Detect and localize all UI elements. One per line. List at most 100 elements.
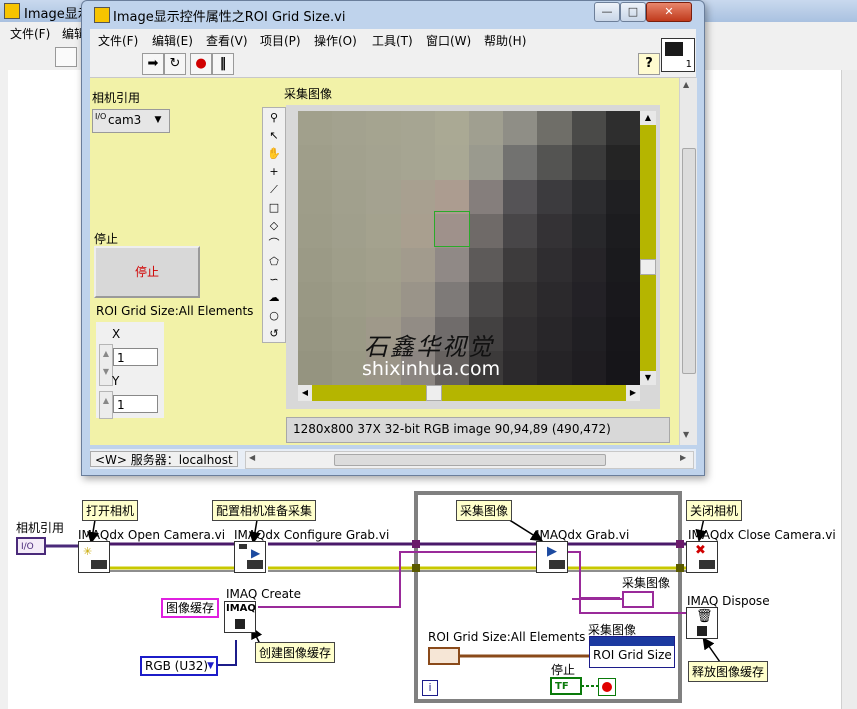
error-icon bbox=[235, 619, 245, 629]
image-pixel bbox=[571, 179, 607, 215]
image-pixel bbox=[434, 145, 470, 181]
vertical-scroll-thumb[interactable] bbox=[640, 259, 656, 275]
freehand-region-tool-icon[interactable]: ☁ bbox=[265, 290, 283, 306]
camera-selector[interactable]: I/O cam3 ▼ bbox=[92, 109, 170, 133]
image-tools-palette: ⚲ ↖ ✋ + ⟋ □ ◇ ⌒ ⬠ ∽ ☁ ○ ↺ bbox=[262, 107, 286, 343]
menu-view[interactable]: 查看(V) bbox=[206, 32, 248, 49]
image-pixel bbox=[571, 111, 607, 146]
pan-tool-icon[interactable]: ✋ bbox=[265, 146, 283, 162]
roi-x-label: X bbox=[112, 327, 121, 341]
scroll-right-icon[interactable]: ▶ bbox=[626, 385, 640, 401]
grab-vi[interactable]: ▶ bbox=[536, 541, 568, 573]
vi-connector-pane[interactable]: 1 bbox=[661, 38, 695, 72]
bd-camera-label: 相机引用 bbox=[16, 521, 65, 535]
image-type-constant[interactable]: RGB (U32) ▼ bbox=[140, 656, 218, 676]
image-pixel bbox=[605, 248, 640, 283]
oval-tool-icon[interactable]: ○ bbox=[265, 308, 283, 324]
play-icon: ▶ bbox=[547, 544, 557, 559]
configure-grab-vi[interactable]: ▶ bbox=[234, 541, 266, 573]
connector-badge: 1 bbox=[685, 59, 692, 70]
scroll-left-icon[interactable]: ◀ bbox=[249, 453, 255, 462]
menu-edit[interactable]: 编辑(E) bbox=[152, 32, 193, 49]
stop-button[interactable]: 停止 bbox=[94, 246, 200, 298]
point-tool-icon[interactable]: + bbox=[265, 164, 283, 180]
bd-camera-terminal[interactable]: I/O bbox=[16, 537, 46, 555]
image-pixel bbox=[571, 248, 607, 283]
menu-window[interactable]: 窗口(W) bbox=[426, 32, 471, 49]
front-panel-hscroll-thumb[interactable] bbox=[334, 454, 606, 466]
abort-button[interactable]: ● bbox=[190, 53, 212, 75]
front-panel-horizontal-scrollbar[interactable]: ◀ ▶ bbox=[245, 451, 694, 469]
roi-cluster-terminal[interactable] bbox=[428, 647, 460, 665]
camera-icon bbox=[247, 560, 263, 569]
stop-terminal[interactable]: TF bbox=[550, 677, 582, 695]
freehand-line-tool-icon[interactable]: ∽ bbox=[265, 272, 283, 288]
roi-grid-rectangle[interactable] bbox=[434, 211, 470, 247]
scroll-down-icon[interactable]: ▼ bbox=[683, 430, 689, 439]
imaq-dispose-vi[interactable]: 🗑 bbox=[686, 607, 718, 639]
spiral-tool-icon[interactable]: ↺ bbox=[265, 326, 283, 342]
image-horizontal-scrollbar[interactable]: ◀ ▶ bbox=[298, 385, 640, 401]
front-panel-vertical-scrollbar[interactable]: ▲ ▼ bbox=[679, 78, 697, 445]
watermark-chinese: 石鑫华视觉 bbox=[364, 333, 494, 361]
image-pixel bbox=[537, 248, 573, 283]
rotated-rect-tool-icon[interactable]: ◇ bbox=[265, 218, 283, 234]
image-vertical-scrollbar[interactable]: ▲ ▼ bbox=[640, 111, 656, 385]
scroll-left-icon[interactable]: ◀ bbox=[298, 385, 312, 401]
roi-x-spinner[interactable]: ▲ ▼ bbox=[99, 344, 113, 386]
image-pixel bbox=[469, 145, 504, 181]
property-node-header bbox=[590, 637, 674, 646]
zoom-tool-icon[interactable]: ⚲ bbox=[265, 110, 283, 126]
context-help-button[interactable]: ? bbox=[638, 53, 660, 75]
image-pixel bbox=[332, 179, 368, 215]
roi-y-spinner[interactable]: ▲ bbox=[99, 391, 113, 419]
maximize-button[interactable]: □ bbox=[620, 2, 646, 22]
property-node[interactable]: ROI Grid Size bbox=[589, 636, 675, 668]
scroll-down-icon[interactable]: ▼ bbox=[640, 371, 656, 385]
bd-stop-label: 停止 bbox=[551, 663, 576, 677]
scroll-right-icon[interactable]: ▶ bbox=[680, 453, 686, 462]
image-pixel bbox=[605, 316, 640, 352]
menu-help[interactable]: 帮助(H) bbox=[484, 32, 526, 49]
image-pixel bbox=[503, 111, 539, 146]
imaq-create-vi[interactable]: IMAQ bbox=[224, 601, 256, 633]
close-camera-vi[interactable]: ✖ bbox=[686, 541, 718, 573]
rectangle-tool-icon[interactable]: □ bbox=[265, 200, 283, 216]
loop-tunnel-refnum bbox=[412, 540, 420, 548]
front-panel-titlebar[interactable]: Image显示控件属性之ROI Grid Size.vi — □ ✕ bbox=[82, 1, 704, 27]
close-button[interactable]: ✕ bbox=[646, 2, 692, 22]
menu-operate[interactable]: 操作(O) bbox=[314, 32, 357, 49]
image-indicator-terminal[interactable] bbox=[622, 591, 654, 608]
menu-tools[interactable]: 工具(T) bbox=[372, 32, 413, 49]
image-pixel bbox=[537, 350, 573, 385]
roi-x-input[interactable]: 1 bbox=[113, 348, 158, 366]
labview-vi-icon bbox=[94, 7, 110, 23]
menu-project[interactable]: 项目(P) bbox=[260, 32, 301, 49]
loop-condition-terminal[interactable] bbox=[598, 678, 616, 696]
polygon-tool-icon[interactable]: ⬠ bbox=[265, 254, 283, 270]
minimize-button[interactable]: — bbox=[594, 2, 620, 22]
buffer-name-constant[interactable]: 图像缓存 bbox=[161, 598, 220, 618]
front-panel-scroll-thumb[interactable] bbox=[682, 148, 696, 374]
roi-y-input[interactable]: 1 bbox=[113, 395, 158, 413]
image-pixel bbox=[537, 145, 573, 181]
error-icon bbox=[697, 626, 707, 636]
comment-open-camera: 打开相机 bbox=[82, 500, 139, 521]
horizontal-scroll-thumb[interactable] bbox=[426, 385, 442, 401]
image-pixel bbox=[605, 111, 640, 146]
pointer-tool-icon[interactable]: ↖ bbox=[265, 128, 283, 144]
run-continuously-button[interactable]: ↻ bbox=[164, 53, 186, 75]
pause-button[interactable]: ‖ bbox=[212, 53, 234, 75]
image-pixel bbox=[503, 316, 539, 352]
open-camera-vi[interactable]: ✳ bbox=[78, 541, 110, 573]
annulus-tool-icon[interactable]: ⌒ bbox=[265, 236, 283, 252]
line-tool-icon[interactable]: ⟋ bbox=[265, 182, 283, 198]
front-panel-toolbar: ➡ ↻ ● ‖ ? bbox=[90, 49, 696, 78]
scroll-up-icon[interactable]: ▲ bbox=[640, 111, 656, 125]
watermark-url: shixinhua.com bbox=[362, 358, 501, 380]
menu-file[interactable]: 文件(F) bbox=[98, 32, 138, 49]
chevron-down-icon[interactable]: ▼ bbox=[151, 112, 165, 128]
image-pixel bbox=[298, 316, 333, 352]
run-button[interactable]: ➡ bbox=[142, 53, 164, 75]
scroll-up-icon[interactable]: ▲ bbox=[683, 80, 689, 89]
